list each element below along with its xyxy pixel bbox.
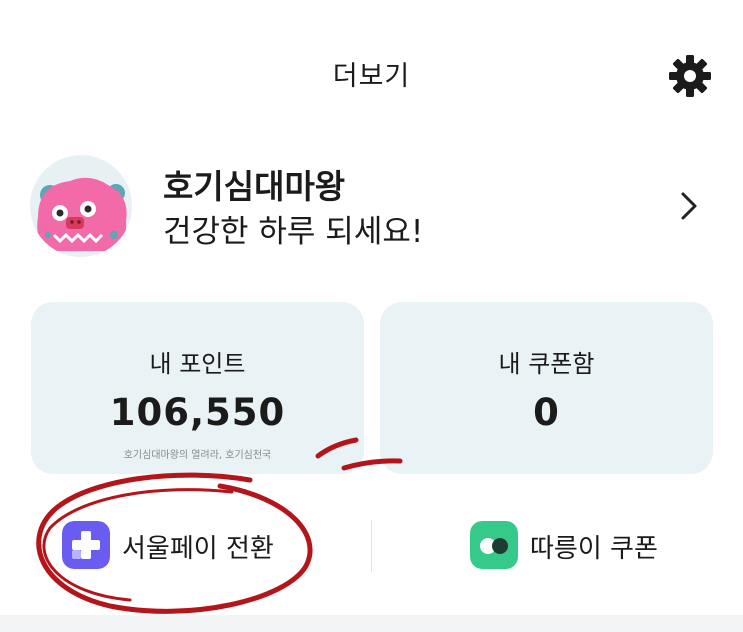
ddareungi-label: 따릉이 쿠폰 [530, 534, 658, 564]
gear-icon[interactable] [668, 54, 712, 98]
bottom-separator [0, 615, 743, 632]
seoul-pay-label: 서울페이 전환 [122, 534, 274, 564]
page-title: 더보기 [332, 61, 411, 92]
points-label: 내 포인트 [149, 350, 246, 378]
coupons-value: 0 [533, 391, 560, 434]
coupons-card[interactable]: 내 쿠폰함 0 [380, 302, 713, 474]
coupons-label: 내 쿠폰함 [498, 350, 595, 378]
points-card[interactable]: 내 포인트 106,550 호기심대마왕의 열려라, 호기심천국 [31, 302, 364, 474]
pink-monster-avatar [37, 177, 127, 251]
chevron-right-icon[interactable] [676, 188, 702, 224]
bike-app-icon [470, 521, 518, 569]
profile-name: 호기심대마왕 [163, 167, 346, 206]
points-value: 106,550 [109, 391, 286, 434]
points-note: 호기심대마왕의 열려라, 호기심천국 [123, 450, 272, 461]
avatar[interactable] [30, 155, 132, 257]
seoul-pay-convert-button[interactable]: 서울페이 전환 [62, 520, 322, 572]
profile-greeting: 건강한 하루 되세요! [163, 214, 424, 250]
action-divider [371, 520, 372, 572]
plus-app-icon [62, 521, 110, 569]
ddareungi-coupon-button[interactable]: 따릉이 쿠폰 [470, 520, 710, 572]
